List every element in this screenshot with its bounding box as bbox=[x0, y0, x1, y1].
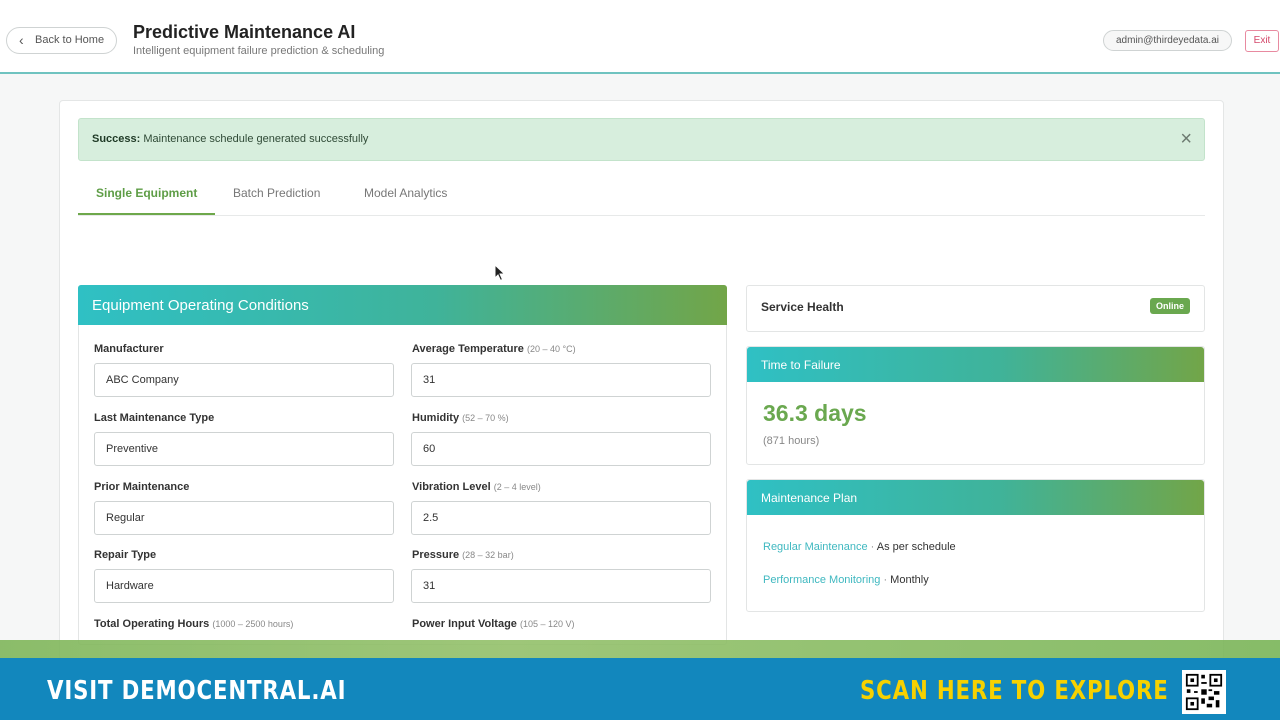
panel-title: Equipment Operating Conditions bbox=[92, 297, 309, 314]
field-label: Power Input Voltage (105 – 120 V) bbox=[412, 618, 575, 630]
chevron-left-icon: ‹ bbox=[19, 32, 24, 48]
close-icon[interactable]: × bbox=[1180, 128, 1192, 150]
status-badge: Online bbox=[1149, 298, 1190, 314]
app-header: ‹ Back to Home Predictive Maintenance AI… bbox=[0, 0, 1280, 74]
tab-model-analytics[interactable]: Model Analytics bbox=[364, 186, 447, 200]
time-to-failure-hours: (871 hours) bbox=[763, 435, 820, 447]
back-button-label: Back to Home bbox=[35, 34, 105, 46]
banner-strip bbox=[0, 640, 1280, 658]
humidity-field[interactable]: 60 bbox=[411, 432, 711, 466]
field-label: Total Operating Hours (1000 – 2500 hours… bbox=[94, 618, 294, 630]
qr-code-icon[interactable] bbox=[1182, 670, 1226, 714]
page-title: Predictive Maintenance AI bbox=[133, 22, 356, 42]
tab-batch-prediction[interactable]: Batch Prediction bbox=[233, 186, 320, 200]
last-maintenance-type-field[interactable]: Preventive bbox=[94, 432, 394, 466]
time-to-failure-value: 36.3 days bbox=[763, 400, 867, 426]
promo-banner: VISIT DEMOCENTRAL.AI SCAN HERE TO EXPLOR… bbox=[0, 658, 1280, 720]
field-label: Vibration Level (2 – 4 level) bbox=[412, 481, 541, 493]
time-to-failure-card: Time to Failure 36.3 days (871 hours) bbox=[746, 346, 1205, 465]
field-label: Last Maintenance Type bbox=[94, 412, 215, 424]
banner-left-text[interactable]: VISIT DEMOCENTRAL.AI bbox=[47, 676, 346, 706]
alert-prefix: Success: bbox=[92, 133, 141, 145]
mouse-cursor-icon bbox=[494, 264, 506, 282]
field-label: Repair Type bbox=[94, 549, 157, 561]
field-label: Prior Maintenance bbox=[94, 481, 190, 493]
field-label: Manufacturer bbox=[94, 343, 164, 355]
average-temperature-field[interactable]: 31 bbox=[411, 363, 711, 397]
plan-item: Regular Maintenance · As per schedule bbox=[763, 541, 956, 553]
service-health-card: Service Health Online bbox=[746, 285, 1205, 332]
exit-button[interactable]: Exit bbox=[1245, 30, 1279, 52]
banner-right-text: SCAN HERE TO EXPLORE bbox=[860, 676, 1169, 706]
card-title: Time to Failure bbox=[761, 358, 841, 372]
manufacturer-field[interactable]: ABC Company bbox=[94, 363, 394, 397]
success-alert: Success: Maintenance schedule generated … bbox=[78, 118, 1205, 161]
back-to-home-button[interactable]: ‹ Back to Home bbox=[6, 27, 118, 54]
card-header: Time to Failure bbox=[747, 347, 1204, 382]
page-subtitle: Intelligent equipment failure prediction… bbox=[133, 45, 385, 57]
tab-single-equipment[interactable]: Single Equipment bbox=[96, 186, 197, 200]
tab-bar: Single Equipment Batch Prediction Model … bbox=[78, 176, 1205, 216]
prior-maintenance-field[interactable]: Regular bbox=[94, 501, 394, 535]
panel-header: Equipment Operating Conditions bbox=[78, 285, 727, 325]
field-label: Humidity (52 – 70 %) bbox=[412, 412, 509, 424]
active-tab-indicator bbox=[78, 213, 215, 215]
vibration-level-field[interactable]: 2.5 bbox=[411, 501, 711, 535]
pressure-field[interactable]: 31 bbox=[411, 569, 711, 603]
alert-text: Success: Maintenance schedule generated … bbox=[92, 133, 368, 145]
card-header: Maintenance Plan bbox=[747, 480, 1204, 515]
maintenance-plan-card: Maintenance Plan Regular Maintenance · A… bbox=[746, 479, 1205, 612]
field-label: Pressure (28 – 32 bar) bbox=[412, 549, 514, 561]
card-title: Maintenance Plan bbox=[761, 491, 858, 505]
field-label: Average Temperature (20 – 40 °C) bbox=[412, 343, 576, 355]
service-health-label: Service Health bbox=[761, 300, 844, 314]
plan-item: Performance Monitoring · Monthly bbox=[763, 574, 929, 586]
repair-type-field[interactable]: Hardware bbox=[94, 569, 394, 603]
user-email-pill[interactable]: admin@thirdeyedata.ai bbox=[1103, 30, 1232, 51]
alert-message: Maintenance schedule generated successfu… bbox=[143, 133, 369, 145]
